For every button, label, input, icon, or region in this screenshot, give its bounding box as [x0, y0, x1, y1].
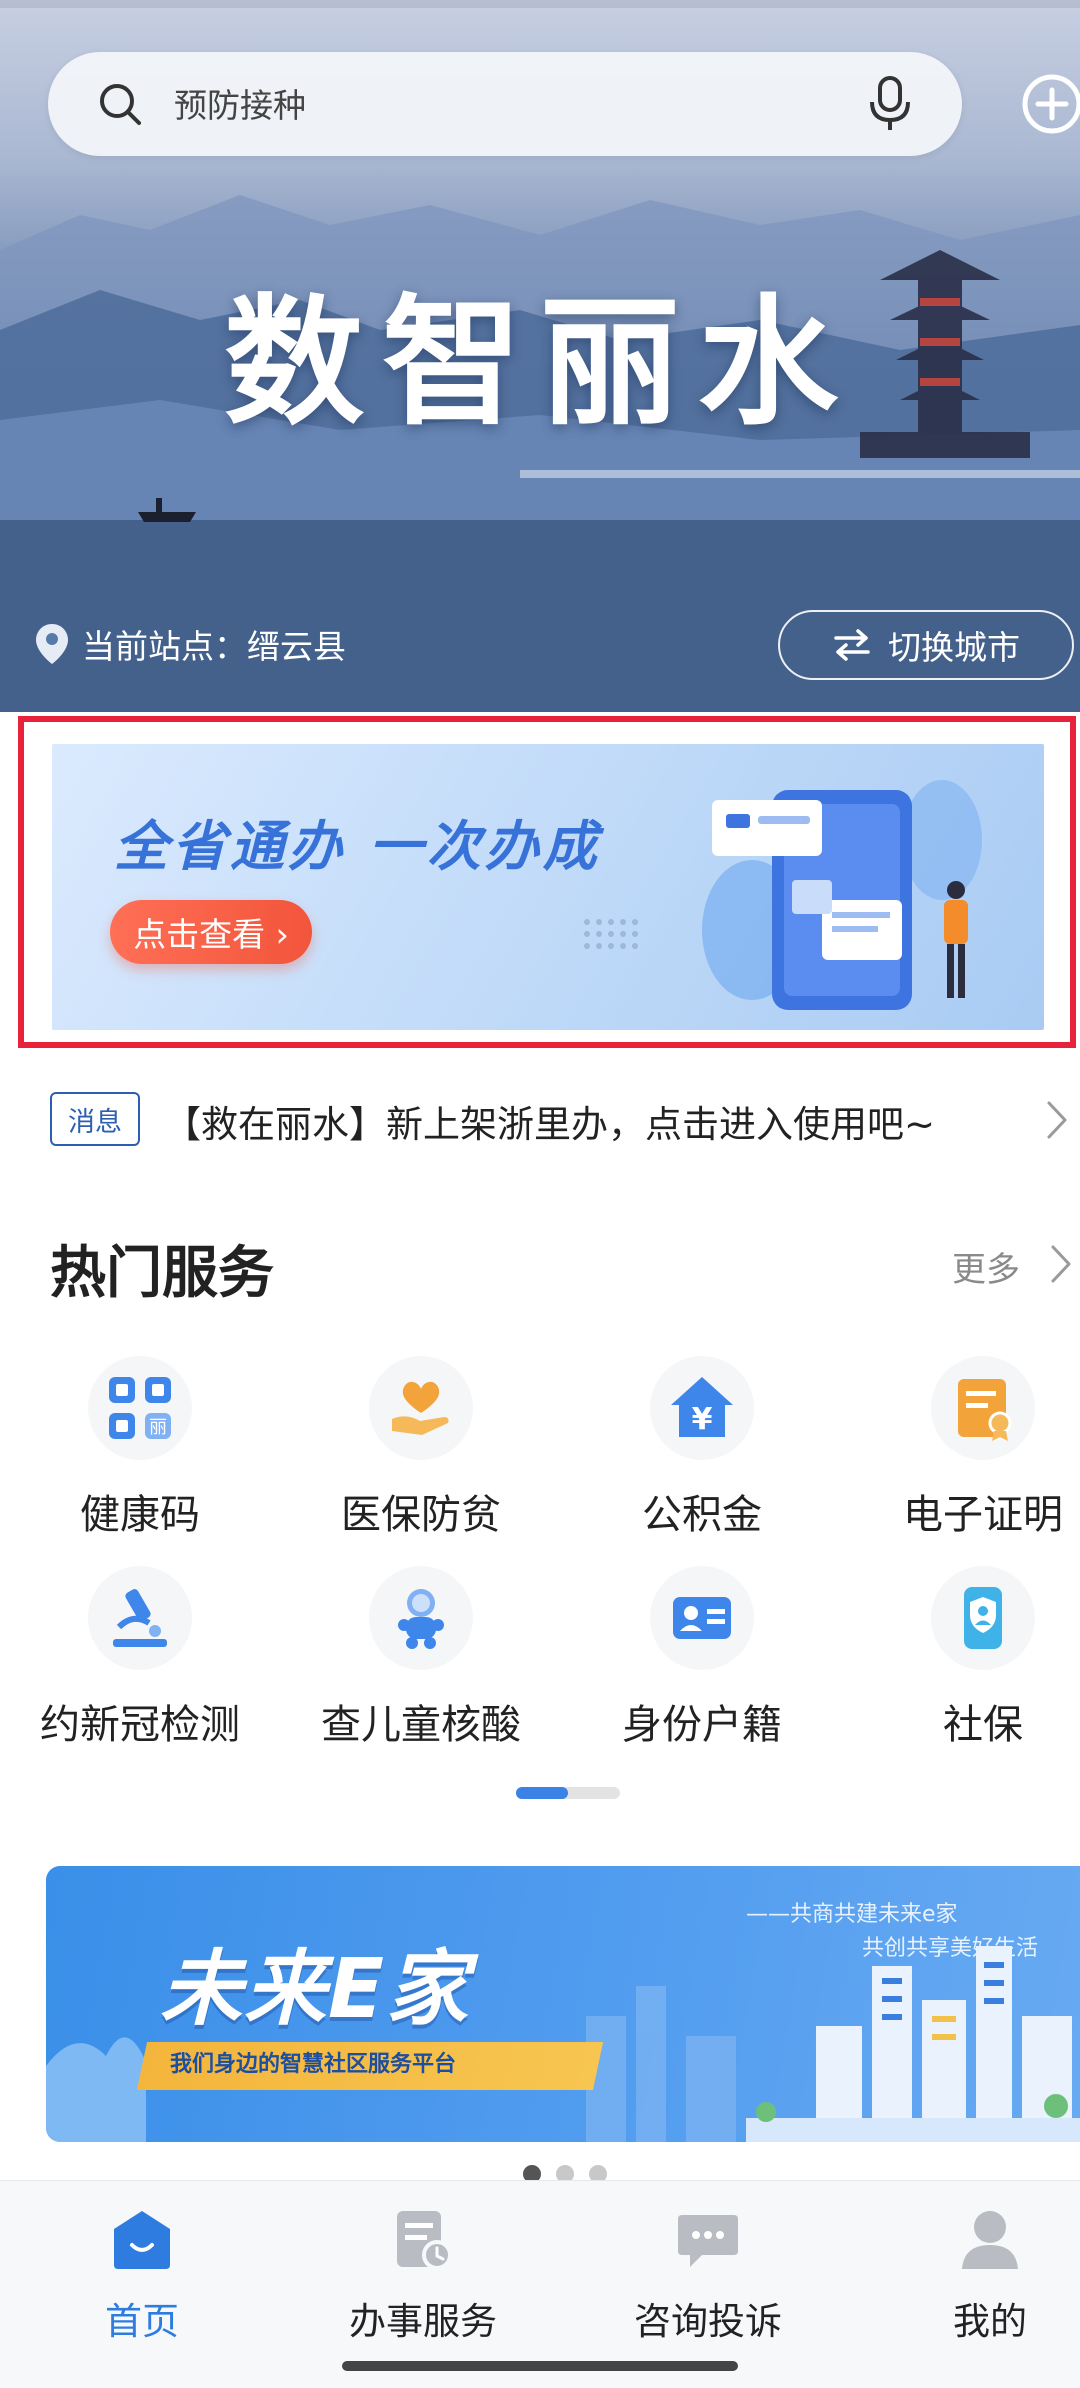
future-slogan-1: ——共商共建未来e家 — [746, 1902, 958, 1927]
service-label: 公积金 — [642, 1492, 762, 1538]
message-badge: 消息 — [50, 1092, 140, 1146]
status-bar — [0, 0, 1080, 8]
service-social-security[interactable]: 社保 — [843, 1566, 1080, 1750]
yuan-house-icon: ¥ — [650, 1356, 754, 1460]
service-child-nucleic-acid[interactable]: 查儿童核酸 — [281, 1566, 561, 1750]
microphone-icon[interactable] — [868, 74, 912, 134]
service-label: 社保 — [943, 1702, 1023, 1748]
home-indicator — [342, 2361, 738, 2371]
current-site-label: 当前站点：缙云县 — [82, 627, 346, 666]
more-link[interactable]: 更多 — [952, 1242, 1020, 1291]
phone-illustration — [702, 780, 982, 1010]
tab-home[interactable]: 首页 — [32, 2207, 252, 2345]
service-health-code[interactable]: 丽 健康码 — [0, 1356, 280, 1540]
qr-code-icon: 丽 — [88, 1356, 192, 1460]
tab-label: 咨询投诉 — [634, 2300, 782, 2343]
promo-title: 全省通办 一次办成 — [114, 815, 601, 878]
decorative-dots — [584, 919, 638, 949]
bottom-tab-bar: 首页 办事服务 咨询投诉 我的 — [0, 2180, 1080, 2388]
service-e-certificate[interactable]: 电子证明 — [843, 1356, 1080, 1540]
chevron-right-icon[interactable] — [1046, 1100, 1068, 1140]
future-ehome-banner[interactable]: ——共商共建未来e家 共创共享美好生活 未来E家 我们身边的智慧社区服务平台 — [46, 1866, 1080, 2142]
notice-ticker[interactable]: 【救在丽水】新上架浙里办，点击进入使用吧~ — [164, 1094, 935, 1148]
id-card-icon — [650, 1566, 754, 1670]
switch-city-label: 切换城市 — [888, 628, 1020, 667]
future-slogan-2: 共创共享美好生活 — [862, 1936, 1039, 1961]
document-clock-icon — [397, 2211, 452, 2270]
switch-city-button[interactable]: 切换城市 — [778, 610, 1074, 680]
service-medical-insurance[interactable]: 医保防贫 — [281, 1356, 561, 1540]
search-input[interactable] — [172, 76, 816, 134]
certificate-icon — [931, 1356, 1035, 1460]
service-label: 医保防贫 — [341, 1492, 501, 1538]
future-ehome-subtitle: 我们身边的智慧社区服务平台 — [170, 2052, 457, 2077]
location-pin-icon — [36, 624, 68, 664]
promo-view-button[interactable]: 点击查看 › — [110, 900, 312, 964]
tab-profile[interactable]: 我的 — [880, 2207, 1080, 2345]
chevron-right-icon[interactable] — [1050, 1244, 1072, 1284]
service-label: 约新冠检测 — [40, 1702, 240, 1748]
home-icon — [114, 2211, 170, 2269]
heart-hand-icon — [369, 1356, 473, 1460]
tab-services[interactable]: 办事服务 — [313, 2207, 533, 2345]
svg-text:¥: ¥ — [692, 1402, 713, 1437]
baby-icon — [369, 1566, 473, 1670]
search-bar[interactable] — [48, 52, 962, 156]
service-housing-fund[interactable]: ¥ 公积金 — [562, 1356, 842, 1540]
tab-consult-complaint[interactable]: 咨询投诉 — [598, 2207, 818, 2345]
social-security-card-icon — [931, 1566, 1035, 1670]
service-label: 健康码 — [80, 1492, 200, 1538]
future-ehome-title: 未来E家 — [160, 1942, 471, 2037]
hero-banner: 数智丽水 当前站点：缙云县 切换城市 — [0, 0, 1080, 712]
promo-highlight-frame: 全省通办 一次办成 点击查看 › — [18, 716, 1076, 1048]
service-covid-test-booking[interactable]: 约新冠检测 — [0, 1566, 280, 1750]
service-identity-registration[interactable]: 身份户籍 — [562, 1566, 842, 1750]
hot-services-title: 热门服务 — [50, 1241, 274, 1306]
swap-arrows-icon — [834, 629, 870, 661]
service-label: 身份户籍 — [622, 1702, 782, 1748]
add-icon[interactable] — [1020, 72, 1080, 136]
hero-title: 数智丽水 — [223, 281, 856, 445]
services-page-indicator-thumb — [516, 1787, 568, 1799]
service-label: 电子证明 — [903, 1492, 1063, 1538]
services-page-indicator — [516, 1787, 620, 1799]
tab-label: 办事服务 — [349, 2300, 497, 2343]
chat-bubble-icon — [678, 2215, 738, 2267]
promo-banner[interactable]: 全省通办 一次办成 点击查看 › — [52, 744, 1044, 1030]
search-icon — [100, 84, 141, 125]
tab-label: 首页 — [105, 2300, 179, 2343]
user-icon — [962, 2211, 1018, 2269]
svg-text:丽: 丽 — [149, 1417, 167, 1438]
tab-label: 我的 — [953, 2300, 1027, 2343]
service-label: 查儿童核酸 — [321, 1702, 521, 1748]
microscope-icon — [88, 1566, 192, 1670]
